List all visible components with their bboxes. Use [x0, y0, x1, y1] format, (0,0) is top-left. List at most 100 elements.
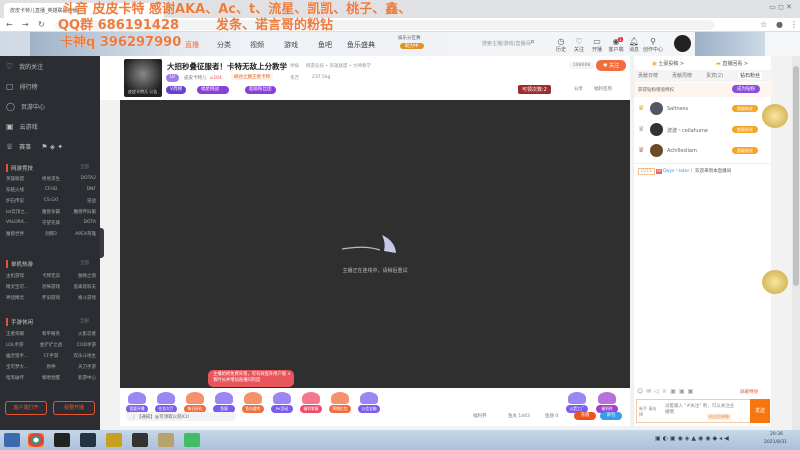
game-link[interactable]: 穿越火线 — [6, 187, 36, 193]
sidebar-item-following[interactable]: ♡ 我的关注 — [6, 62, 43, 71]
reload-icon[interactable]: ↻ — [38, 20, 45, 29]
event-banner[interactable] — [695, 32, 765, 56]
game-link[interactable]: lol云顶之... — [6, 209, 36, 215]
game-link[interactable]: 独畅之境 — [66, 273, 96, 279]
section-more-link[interactable]: 全部 — [80, 260, 89, 266]
tab-vip[interactable]: 贵宾(2) — [706, 72, 723, 79]
share-button[interactable]: 分享 — [574, 86, 583, 92]
streamer-avatar[interactable]: 皮皮卡特儿 公告 — [124, 59, 162, 97]
game-link[interactable]: 黎明觉醒 — [36, 375, 66, 381]
app-icon[interactable] — [184, 433, 200, 447]
open-client-button[interactable]: 客户端打开 — [5, 401, 47, 415]
history-button[interactable]: ◷ 历史 — [551, 37, 571, 53]
game-link[interactable]: 剑网3 — [36, 231, 66, 237]
welfare-button[interactable]: 福利券 — [473, 413, 487, 419]
activity-button[interactable]: 每日好礼 — [184, 392, 206, 413]
activity-button[interactable]: 福利时 — [596, 392, 618, 413]
game-link[interactable]: 主机游戏 — [6, 273, 36, 279]
sign-in-button[interactable]: 福利签到 — [594, 86, 612, 92]
sidebar-collapse-handle[interactable] — [100, 228, 104, 258]
game-link[interactable]: 和平精英 — [36, 331, 66, 337]
promo-button[interactable]: 助力中 — [400, 43, 424, 49]
game-link[interactable]: 金铲铲之战 — [36, 342, 66, 348]
backpack-button[interactable]: 背包 — [600, 412, 622, 420]
game-link[interactable]: 暗黑破坏 — [6, 375, 36, 381]
nav-live[interactable]: 直播 — [185, 40, 199, 50]
game-link[interactable]: 逆战 — [66, 198, 96, 204]
sidebar-item-esports[interactable]: ♕ 赛事 ⚑ ◈ ✦ — [6, 142, 63, 151]
follow-button[interactable]: ♡ 关注 — [569, 37, 589, 53]
event-float-icon[interactable] — [762, 104, 788, 128]
fan-level-selector[interactable]: 新手 请选择 — [639, 406, 659, 418]
game-link[interactable]: 幽灵猎手... — [6, 353, 36, 359]
forward-icon[interactable]: → — [22, 20, 29, 29]
nav-category[interactable]: 分类 — [217, 40, 231, 50]
weekly-rank-tag[interactable]: V周榜 — [166, 86, 187, 94]
nav-games[interactable]: 游戏 — [284, 40, 298, 50]
game-link[interactable]: 英雄联盟 — [6, 176, 36, 182]
page-scrollbar[interactable] — [792, 56, 800, 430]
game-link[interactable]: DNF — [66, 187, 96, 193]
activity-button[interactable]: 鱼丸暖冬 — [242, 392, 264, 413]
app-icon[interactable] — [54, 433, 70, 447]
tab-weekly-rank[interactable]: 贡献周榜 — [672, 72, 692, 79]
game-link[interactable]: 卡牌无双 — [36, 273, 66, 279]
app-icon[interactable] — [80, 433, 96, 447]
tray-icons[interactable]: ▣◐▣◉◈▲◉◉◆◂◀ — [655, 435, 731, 442]
activity-button[interactable]: 任务大厅 — [155, 392, 177, 413]
fan-danmu-tag[interactable]: 粉丝团弹幕 — [707, 414, 731, 420]
tycoon-link[interactable]: ▣ 土豪投稿 > — [652, 60, 684, 67]
start-icon[interactable] — [4, 433, 20, 447]
game-link[interactable]: 宝可梦大... — [6, 364, 36, 370]
app-icon[interactable] — [106, 433, 122, 447]
activity-button[interactable]: 火箭工厂 — [566, 392, 588, 413]
activity-button[interactable]: 福利掌握 — [300, 392, 322, 413]
lucky-challenge-tag[interactable]: 福星挑战 — [197, 86, 229, 94]
game-link[interactable]: 恐怖游戏 — [36, 284, 66, 290]
tab-diamond-fans[interactable]: 钻石粉丝 — [738, 72, 763, 79]
user-avatar[interactable] — [674, 35, 691, 52]
nav-video[interactable]: 视频 — [250, 40, 264, 50]
follow-button[interactable]: ♥ 关注 — [596, 60, 627, 71]
tab-daily-rank[interactable]: 贡献日榜 — [638, 72, 658, 79]
app-icon[interactable] — [132, 433, 148, 447]
game-link[interactable]: 炉石传说 — [6, 198, 36, 204]
become-diamond-button[interactable]: 成为钻粉 — [732, 85, 760, 93]
super-fan-tag[interactable]: 超级粉丝团 — [245, 86, 276, 94]
game-link[interactable]: APEX英雄 — [66, 231, 96, 237]
shield-effects-toggle[interactable]: 屏蔽特效 — [740, 389, 758, 395]
profile-icon[interactable]: ● — [776, 20, 783, 29]
activity-button[interactable]: 周期红包 — [329, 392, 351, 413]
start-live-button[interactable]: ▭ 开播 — [587, 37, 607, 53]
chrome-icon[interactable] — [28, 433, 44, 447]
search-icon[interactable]: ⌕ — [530, 37, 535, 47]
activity-button[interactable]: 我要开播 — [126, 392, 148, 413]
search-input[interactable]: 搜索主播/游戏/直播间 — [482, 40, 530, 47]
event-float-icon[interactable] — [762, 270, 788, 294]
replay-link[interactable]: ▬ 直播回看 > — [716, 60, 748, 67]
game-link[interactable]: LOL手游 — [6, 342, 36, 348]
game-link[interactable]: 魔兽世界 — [6, 231, 36, 237]
lottery-button[interactable]: 可领次数:2 — [518, 85, 551, 94]
game-link[interactable]: 精灵宝可... — [6, 284, 36, 290]
game-link[interactable]: CF手游 — [36, 353, 66, 359]
app-icon[interactable] — [158, 433, 174, 447]
rank-item[interactable]: ♛ 波波丶ceilahume 超级粉丝 — [634, 120, 772, 140]
game-link[interactable]: 原神 — [36, 364, 66, 370]
window-controls[interactable]: ▭ ◻ ✕ — [769, 3, 792, 11]
game-link[interactable]: DOTA2 — [66, 176, 96, 182]
game-link[interactable]: 王者荣耀 — [6, 331, 36, 337]
game-link[interactable]: DOTA — [66, 220, 97, 226]
recharge-button[interactable]: 充值 — [574, 412, 596, 420]
activity-button[interactable]: PK活动 — [271, 392, 293, 413]
game-link[interactable]: 魔兽争霸 — [36, 209, 66, 215]
star-icon[interactable]: ☆ — [760, 20, 767, 29]
rank-item[interactable]: ♛ Achillesliam 超级粉丝 — [634, 141, 772, 161]
category-breadcrumb[interactable]: 网游竞技 • 英雄联盟 • 大神教学 — [306, 63, 371, 69]
game-link[interactable]: 神话精灵 — [6, 295, 36, 301]
game-link[interactable]: 绝地求生 — [36, 176, 66, 182]
activity-button[interactable]: 鱼塘 — [213, 392, 235, 413]
messages-button[interactable]: 🔔︎ 消息 — [624, 37, 644, 53]
game-link[interactable]: CFHD — [36, 187, 66, 193]
streamer-name[interactable]: 皮皮卡特儿 — [184, 75, 207, 81]
